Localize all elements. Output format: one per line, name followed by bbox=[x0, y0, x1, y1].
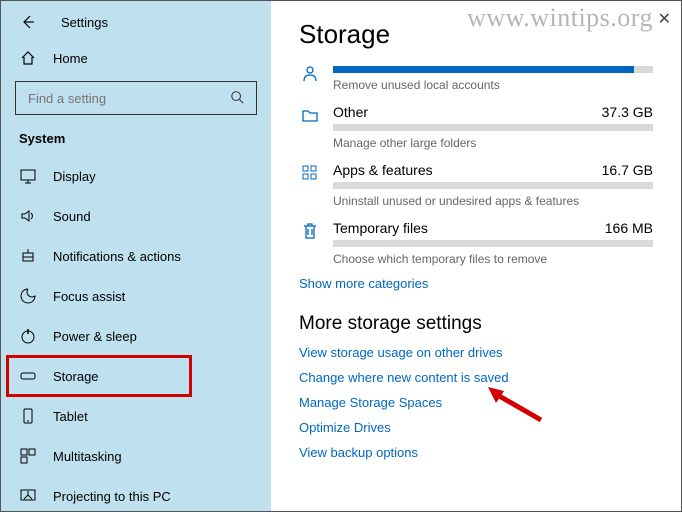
category-sub: Choose which temporary files to remove bbox=[333, 252, 653, 266]
settings-link[interactable]: View storage usage on other drives bbox=[299, 345, 653, 360]
category-name: Apps & features bbox=[333, 162, 433, 178]
usage-bar bbox=[333, 240, 653, 247]
home-icon bbox=[19, 49, 37, 67]
storage-category[interactable]: Apps & features 16.7 GB Uninstall unused o… bbox=[299, 162, 653, 208]
sidebar-home-label: Home bbox=[53, 51, 88, 66]
usage-bar bbox=[333, 124, 653, 131]
show-more-link[interactable]: Show more categories bbox=[299, 276, 653, 291]
trash-icon bbox=[299, 220, 321, 240]
sidebar-item-tablet[interactable]: Tablet bbox=[1, 396, 271, 436]
category-sub: Remove unused local accounts bbox=[333, 78, 653, 92]
sidebar-item-multitasking[interactable]: Multitasking bbox=[1, 436, 271, 476]
search-box[interactable] bbox=[15, 81, 257, 115]
sidebar-section-label: System bbox=[1, 131, 271, 156]
sidebar-item-label: Tablet bbox=[53, 409, 88, 424]
search-input[interactable] bbox=[26, 90, 230, 107]
close-icon[interactable]: ✕ bbox=[658, 9, 671, 29]
sidebar: Settings Home System Display Sound Notific… bbox=[1, 1, 271, 511]
sidebar-item-icon bbox=[19, 287, 37, 305]
sidebar-item-label: Display bbox=[53, 169, 96, 184]
usage-bar bbox=[333, 66, 653, 73]
sidebar-item-storage[interactable]: Storage bbox=[7, 356, 191, 396]
category-name: Temporary files bbox=[333, 220, 428, 236]
sidebar-item-label: Multitasking bbox=[53, 449, 122, 464]
main-panel: Storage Remove unused local accounts Othe… bbox=[271, 1, 681, 511]
sidebar-item-projecting-to-this-pc[interactable]: Projecting to this PC bbox=[1, 476, 271, 512]
storage-category[interactable]: Remove unused local accounts bbox=[299, 62, 653, 92]
search-icon bbox=[230, 90, 246, 106]
sidebar-item-icon bbox=[19, 407, 37, 425]
settings-link[interactable]: Change where new content is saved bbox=[299, 370, 653, 385]
sidebar-item-focus-assist[interactable]: Focus assist bbox=[1, 276, 271, 316]
category-size: 16.7 GB bbox=[602, 162, 653, 178]
folder-icon bbox=[299, 104, 321, 124]
sidebar-item-icon bbox=[19, 487, 37, 505]
sidebar-item-label: Sound bbox=[53, 209, 91, 224]
window-title: Settings bbox=[61, 15, 108, 30]
sidebar-item-icon bbox=[19, 447, 37, 465]
sidebar-item-notifications-actions[interactable]: Notifications & actions bbox=[1, 236, 271, 276]
sidebar-item-label: Notifications & actions bbox=[53, 249, 181, 264]
storage-category[interactable]: Temporary files 166 MB Choose which tempor… bbox=[299, 220, 653, 266]
sidebar-home[interactable]: Home bbox=[1, 41, 271, 75]
sidebar-item-label: Focus assist bbox=[53, 289, 125, 304]
sidebar-item-label: Projecting to this PC bbox=[53, 489, 171, 504]
category-size: 37.3 GB bbox=[602, 104, 653, 120]
settings-link[interactable]: Manage Storage Spaces bbox=[299, 395, 653, 410]
sidebar-item-icon bbox=[19, 247, 37, 265]
sidebar-item-sound[interactable]: Sound bbox=[1, 196, 271, 236]
sidebar-item-icon bbox=[19, 327, 37, 345]
category-sub: Uninstall unused or undesired apps & fea… bbox=[333, 194, 653, 208]
sidebar-item-label: Storage bbox=[53, 369, 99, 384]
sidebar-item-power-sleep[interactable]: Power & sleep bbox=[1, 316, 271, 356]
category-sub: Manage other large folders bbox=[333, 136, 653, 150]
page-title: Storage bbox=[299, 19, 653, 50]
back-icon[interactable] bbox=[19, 13, 37, 31]
user-icon bbox=[299, 62, 321, 82]
more-settings-heading: More storage settings bbox=[299, 313, 653, 335]
category-size: 166 MB bbox=[605, 220, 653, 236]
sidebar-item-icon bbox=[19, 207, 37, 225]
storage-category[interactable]: Other 37.3 GB Manage other large folders bbox=[299, 104, 653, 150]
sidebar-item-icon bbox=[19, 367, 37, 385]
category-name: Other bbox=[333, 104, 368, 120]
sidebar-item-label: Power & sleep bbox=[53, 329, 137, 344]
sidebar-item-icon bbox=[19, 167, 37, 185]
usage-bar bbox=[333, 182, 653, 189]
sidebar-item-display[interactable]: Display bbox=[1, 156, 271, 196]
settings-link[interactable]: View backup options bbox=[299, 445, 653, 460]
settings-link[interactable]: Optimize Drives bbox=[299, 420, 653, 435]
apps-icon bbox=[299, 162, 321, 182]
